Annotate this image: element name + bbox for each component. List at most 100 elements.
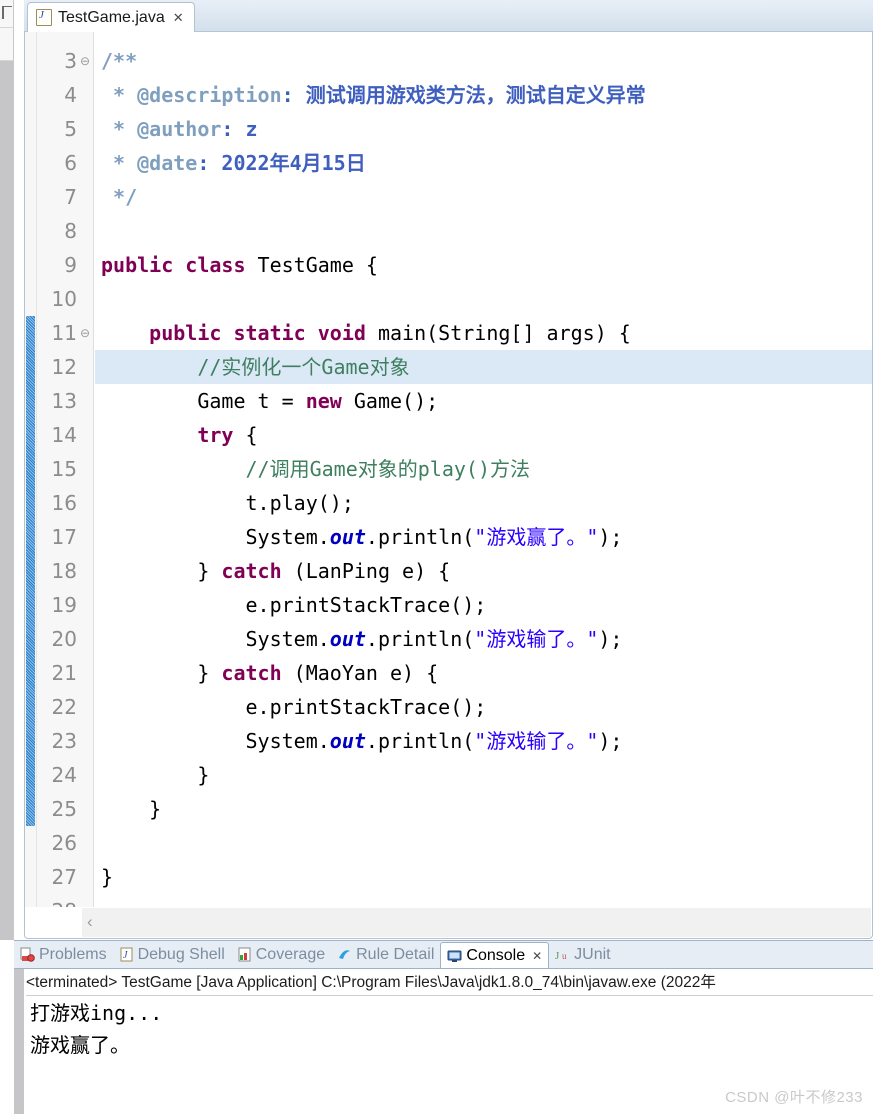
code-token: } [101, 865, 114, 889]
line-number: 14 [51, 423, 77, 447]
bottom-view-tab-bar: Problems J Debug Shell Coverage Rule Detail C… [14, 940, 873, 969]
code-line[interactable]: t.play(); [95, 486, 353, 520]
code-token: } [101, 559, 222, 583]
code-token: : 2022年4月15日 [197, 151, 366, 175]
code-token: try [197, 423, 246, 447]
left-collapsed-view-strip[interactable] [0, 0, 14, 940]
scrollbar-track[interactable] [82, 908, 871, 937]
code-line[interactable]: e.printStackTrace(); [95, 588, 486, 622]
line-number: 27 [51, 865, 77, 889]
code-token: @author [137, 117, 222, 141]
code-line[interactable]: } [95, 792, 161, 826]
line-number: 8 [64, 219, 77, 243]
code-line[interactable]: * @date: 2022年4月15日 [95, 146, 366, 180]
code-line[interactable]: System.out.println("游戏输了。"); [95, 724, 622, 758]
code-token: @date [137, 151, 198, 175]
code-token: e.printStackTrace(); [101, 695, 487, 719]
code-line[interactable] [95, 282, 101, 316]
junit-icon: Ju [555, 947, 570, 962]
console-process-label: <terminated> TestGame [Java Application]… [26, 974, 716, 991]
code-token: out [329, 729, 366, 753]
editor-horizontal-scrollbar[interactable]: ‹ [24, 907, 873, 939]
bottom-tab-label: Coverage [255, 945, 326, 963]
code-line[interactable]: //调用Game对象的play()方法 [95, 452, 531, 486]
code-token: ); [598, 627, 623, 651]
code-line[interactable]: System.out.println("游戏赢了。"); [95, 520, 622, 554]
line-number: 17 [51, 525, 77, 549]
close-icon[interactable]: ✕ [532, 949, 542, 963]
console-separator [26, 995, 873, 996]
code-canvas[interactable]: /** * @description: 测试调用游戏类方法，测试自定义异常 * … [95, 32, 872, 907]
code-line[interactable]: */ [95, 180, 137, 214]
line-number: 6 [64, 151, 77, 175]
code-token: : z [221, 117, 258, 141]
chevron-left-icon[interactable]: ‹ [87, 912, 93, 932]
bottom-tab-junit[interactable]: Ju JUnit [549, 941, 616, 968]
line-number: 13 [51, 389, 77, 413]
line-number: 16 [51, 491, 77, 515]
code-line[interactable]: } catch (MaoYan e) { [95, 656, 438, 690]
code-line[interactable] [95, 894, 101, 907]
code-line[interactable]: try { [95, 418, 257, 452]
editor-tab-testgame-java[interactable]: TestGame.java ✕ [27, 2, 195, 32]
line-number: 20 [51, 627, 77, 651]
code-token: ); [598, 525, 623, 549]
code-line[interactable]: System.out.println("游戏输了。"); [95, 622, 622, 656]
code-line[interactable]: * @description: 测试调用游戏类方法，测试自定义异常 [95, 78, 646, 112]
line-number-ruler[interactable]: 3 ⊖ 4 5 6 7 8 9 10 11 ⊖ 12 13 14 15 16 17 18 19 20 21 22 23 24 2… [37, 32, 94, 907]
code-token: out [329, 627, 366, 651]
code-line[interactable]: public class TestGame { [95, 248, 378, 282]
code-token: } [101, 763, 210, 787]
bottom-tab-console[interactable]: Console ✕ [440, 942, 550, 969]
left-strip-minimize-segment[interactable] [0, 28, 13, 74]
code-line[interactable]: public static void main(String[] args) { [95, 316, 631, 350]
code-line[interactable]: //实例化一个Game对象 [95, 350, 872, 384]
editor-left-gap [14, 0, 24, 940]
bottom-tab-rule-detail[interactable]: Rule Detail [331, 941, 440, 968]
editor-tab-label: TestGame.java [58, 8, 165, 26]
line-number: 5 [64, 117, 77, 141]
code-line[interactable]: } [95, 860, 113, 894]
code-token: * [101, 151, 138, 175]
line-number: 28 [31, 894, 77, 907]
editor-tab-bar: TestGame.java ✕ [24, 0, 873, 32]
code-token: .println( [365, 729, 475, 753]
bottom-tab-coverage[interactable]: Coverage [231, 941, 331, 968]
code-token: Game t = [101, 389, 306, 413]
bottom-tab-debug-shell[interactable]: J Debug Shell [113, 941, 231, 968]
code-line[interactable]: Game t = new Game(); [95, 384, 438, 418]
code-line[interactable]: e.printStackTrace(); [95, 690, 486, 724]
java-file-icon [36, 9, 52, 26]
code-token: System. [101, 627, 330, 651]
line-number: 4 [64, 83, 77, 107]
svg-text:J: J [555, 950, 560, 962]
code-line[interactable]: * @author: z [95, 112, 258, 146]
restore-icon [2, 6, 12, 19]
close-icon[interactable]: ✕ [173, 11, 184, 24]
code-line[interactable]: } catch (LanPing e) { [95, 554, 450, 588]
code-token: Game(); [353, 389, 439, 413]
code-token: */ [101, 185, 138, 209]
fold-toggle-icon[interactable]: ⊖ [79, 44, 91, 78]
fold-toggle-icon[interactable]: ⊖ [79, 316, 91, 350]
code-token: @description [137, 83, 282, 107]
code-line[interactable]: /** [95, 44, 137, 78]
line-number: 3 [64, 49, 77, 73]
code-line[interactable]: } [95, 758, 209, 792]
code-token: "游戏输了。" [474, 627, 599, 651]
line-number: 15 [51, 457, 77, 481]
line-number: 21 [51, 661, 77, 685]
code-token: ); [598, 729, 623, 753]
code-token: System. [101, 729, 330, 753]
left-strip-restore-segment[interactable] [0, 0, 13, 28]
code-token: //调用Game对象的play()方法 [245, 457, 531, 481]
line-number: 24 [51, 763, 77, 787]
console-output-line: 打游戏ing... [30, 1001, 163, 1025]
editor-text-area[interactable]: 3 ⊖ 4 5 6 7 8 9 10 11 ⊖ 12 13 14 15 16 17 18 19 20 21 22 23 24 2… [24, 32, 873, 907]
bottom-tab-problems[interactable]: Problems [14, 941, 113, 968]
code-line[interactable] [95, 826, 101, 860]
rule-detail-icon [337, 947, 352, 962]
code-line[interactable] [95, 214, 101, 248]
